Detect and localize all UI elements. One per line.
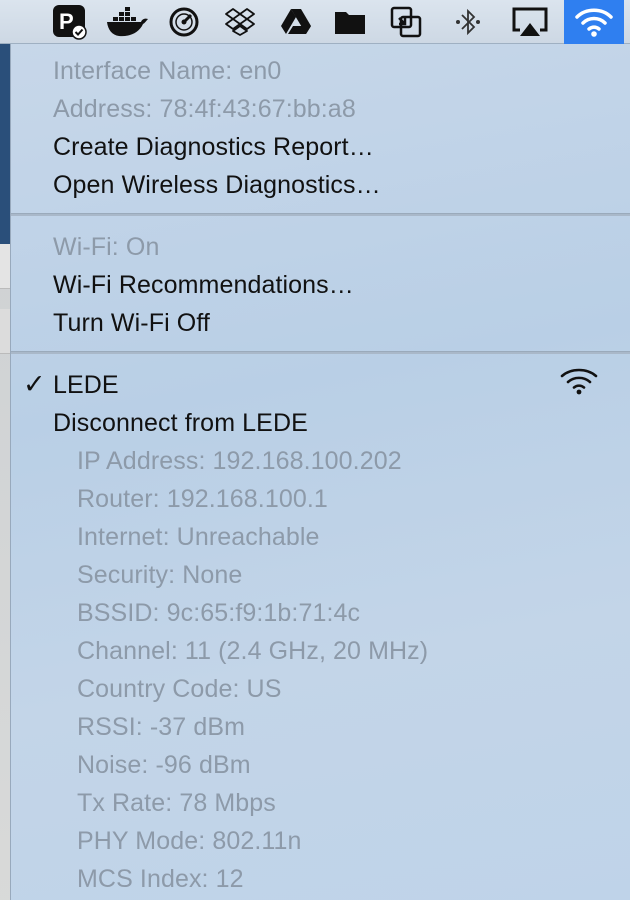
turn-wifi-off-item[interactable]: Turn Wi-Fi Off xyxy=(53,304,210,342)
open-wireless-diagnostics-item[interactable]: Open Wireless Diagnostics… xyxy=(53,166,381,204)
interface-address: Address: 78:4f:43:67:bb:a8 xyxy=(53,95,356,123)
create-diagnostics-report-item[interactable]: Create Diagnostics Report… xyxy=(53,128,374,166)
tx-rate: Tx Rate: 78 Mbps xyxy=(77,789,276,817)
wifi-icon xyxy=(574,6,614,38)
window-switch-icon[interactable] xyxy=(388,4,424,40)
network-item-lede[interactable]: LEDE xyxy=(53,366,119,404)
folder-icon[interactable] xyxy=(332,4,368,40)
country-code: Country Code: US xyxy=(77,675,282,703)
bssid: BSSID: 9c:65:f9:1b:71:4c xyxy=(77,599,361,627)
connected-checkmark-icon: ✓ xyxy=(23,369,46,399)
menu-separator xyxy=(11,213,630,216)
mcs-index: MCS Index: 12 xyxy=(77,865,244,893)
router: Router: 192.168.100.1 xyxy=(77,485,328,513)
google-drive-icon[interactable] xyxy=(278,4,314,40)
menu-separator xyxy=(11,351,630,354)
rssi: RSSI: -37 dBm xyxy=(77,713,246,741)
dropbox-icon[interactable] xyxy=(222,4,258,40)
speedometer-icon[interactable] xyxy=(166,4,202,40)
pcloud-check-icon[interactable]: P xyxy=(52,4,88,40)
airplay-icon[interactable] xyxy=(512,4,548,40)
wifi-status: Wi-Fi: On xyxy=(53,233,160,261)
noise: Noise: -96 dBm xyxy=(77,751,251,779)
wifi-menu-button[interactable] xyxy=(564,0,624,44)
phy-mode: PHY Mode: 802.11n xyxy=(77,827,302,855)
channel: Channel: 11 (2.4 GHz, 20 MHz) xyxy=(77,637,429,665)
disconnect-item[interactable]: Disconnect from LEDE xyxy=(53,404,308,442)
wifi-signal-icon xyxy=(559,366,599,401)
internet-status: Internet: Unreachable xyxy=(77,523,320,551)
wifi-dropdown-menu: Interface Name: en0 Address: 78:4f:43:67… xyxy=(10,44,630,900)
wifi-recommendations-item[interactable]: Wi-Fi Recommendations… xyxy=(53,266,354,304)
interface-name: Interface Name: en0 xyxy=(53,57,282,85)
docker-icon[interactable] xyxy=(104,4,150,40)
security: Security: None xyxy=(77,561,243,589)
menu-bar: P xyxy=(0,0,630,44)
ip-address: IP Address: 192.168.100.202 xyxy=(77,447,402,475)
bluetooth-icon[interactable] xyxy=(450,4,486,40)
